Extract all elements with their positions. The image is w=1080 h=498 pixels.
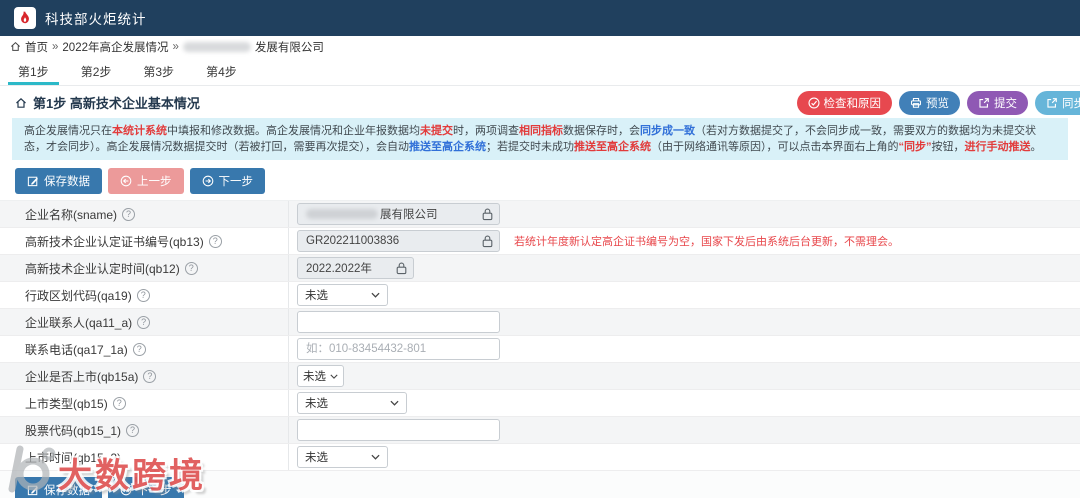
help-icon[interactable]: ? xyxy=(112,396,126,410)
chevron-down-icon xyxy=(390,400,399,406)
tab-step-2[interactable]: 第2步 xyxy=(79,57,114,85)
help-icon[interactable]: ? xyxy=(122,207,136,221)
next-step-button[interactable]: 下一步 xyxy=(189,168,265,194)
app-title: 科技部火炬统计 xyxy=(45,12,147,27)
breadcrumb-separator: » xyxy=(52,40,59,53)
external-link-icon xyxy=(1046,97,1058,109)
sync-button[interactable]: 同步 xyxy=(1035,90,1080,115)
step-tabs: 第1步 第2步 第3步 第4步 xyxy=(0,57,1080,86)
form-row-phone: 联系电话(qa17_1a) ? xyxy=(0,336,1080,363)
save-data-button[interactable]: 保存数据 xyxy=(15,168,102,194)
certify-time-field: 2022.2022年 xyxy=(297,257,414,279)
lock-icon xyxy=(482,208,493,224)
form-row-company-name: 企业名称(sname) ? 展有限公司 xyxy=(0,201,1080,228)
home-icon xyxy=(15,97,27,109)
field-label: 股票代码(qb15_1) xyxy=(25,423,122,438)
certificate-no-field: GR202211003836 xyxy=(297,230,500,252)
chevron-down-icon xyxy=(371,292,380,298)
form-row-region-code: 行政区划代码(qa19) ? 未选 xyxy=(0,282,1080,309)
field-label: 企业名称(sname) xyxy=(25,207,118,222)
field-label: 企业是否上市(qb15a) xyxy=(25,369,139,384)
field-label: 企业联系人(qa11_a) xyxy=(25,315,133,330)
form-row-listing-type: 上市类型(qb15) ? 未选 xyxy=(0,390,1080,417)
form-row-contact: 企业联系人(qa11_a) ? xyxy=(0,309,1080,336)
company-name-field: 展有限公司 xyxy=(297,203,500,225)
breadcrumb-separator: » xyxy=(172,40,179,53)
field-label: 联系电话(qa17_1a) xyxy=(25,342,128,357)
section-header: 第1步 高新技术企业基本情况 检查和原因 预览 提交 同步 xyxy=(0,86,1080,116)
help-icon[interactable]: ? xyxy=(126,423,140,437)
printer-icon xyxy=(910,97,922,109)
breadcrumb: 首页 » 2022年高企发展情况 » 发展有限公司 xyxy=(0,36,1080,57)
breadcrumb-survey[interactable]: 2022年高企发展情况 xyxy=(62,39,168,55)
form-row-stock-code: 股票代码(qb15_1) ? xyxy=(0,417,1080,444)
tab-step-3[interactable]: 第3步 xyxy=(141,57,176,85)
top-toolbar: 保存数据 上一步 下一步 xyxy=(0,160,1080,200)
listing-time-select[interactable]: 未选 xyxy=(297,446,388,468)
help-icon[interactable]: ? xyxy=(132,342,146,356)
check-reason-button[interactable]: 检查和原因 xyxy=(796,90,892,115)
chevron-down-icon xyxy=(371,454,380,460)
lock-icon xyxy=(396,262,407,278)
field-label: 上市时间(qb15_2) xyxy=(25,450,122,465)
preview-button[interactable]: 预览 xyxy=(899,90,960,115)
form-row-is-listed: 企业是否上市(qb15a) ? 未选 xyxy=(0,363,1080,390)
edit-square-icon xyxy=(27,484,39,496)
arrow-left-circle-icon xyxy=(120,175,132,187)
sync-notice: 高企发展情况只在本统计系统中填报和修改数据。高企发展情况和企业年报数据均未提交时… xyxy=(12,118,1068,160)
arrow-right-circle-icon xyxy=(202,175,214,187)
region-code-select[interactable]: 未选 xyxy=(297,284,388,306)
redacted-company-name xyxy=(182,41,251,52)
breadcrumb-home[interactable]: 首页 xyxy=(25,39,48,55)
listing-type-select[interactable]: 未选 xyxy=(297,392,407,414)
header-action-buttons: 检查和原因 预览 提交 同步 xyxy=(796,90,1080,115)
prev-step-button[interactable]: 上一步 xyxy=(108,168,184,194)
field-label: 高新技术企业认定证书编号(qb13) xyxy=(25,234,204,249)
stock-code-input[interactable] xyxy=(297,419,500,441)
basic-info-form: 企业名称(sname) ? 展有限公司 高新技术企业认定证书编号(qb13) ?… xyxy=(0,200,1080,471)
contact-person-input[interactable] xyxy=(297,311,500,333)
form-row-listing-time: 上市时间(qb15_2) 未选 xyxy=(0,444,1080,471)
tab-step-1[interactable]: 第1步 xyxy=(8,57,59,85)
redacted-company-name xyxy=(306,209,378,219)
bottom-toolbar: 保存数据 下一步 xyxy=(0,471,1080,498)
page-title: 第1步 高新技术企业基本情况 xyxy=(15,93,200,112)
edit-square-icon xyxy=(27,175,39,187)
torch-logo-icon xyxy=(14,7,36,29)
help-icon[interactable]: ? xyxy=(136,288,150,302)
help-icon[interactable]: ? xyxy=(137,315,151,329)
certificate-note: 若统计年度新认定高企证书编号为空，国家下发后由系统后台更新，不需理会。 xyxy=(514,236,899,248)
app-header: 科技部火炬统计 xyxy=(0,0,1080,36)
help-icon[interactable]: ? xyxy=(184,261,198,275)
external-link-icon xyxy=(978,97,990,109)
form-row-certificate-no: 高新技术企业认定证书编号(qb13) ? GR202211003836 若统计年… xyxy=(0,228,1080,255)
phone-input[interactable] xyxy=(297,338,500,360)
page: 科技部火炬统计 首页 » 2022年高企发展情况 » 发展有限公司 第1步 第2… xyxy=(0,0,1080,498)
field-label: 高新技术企业认定时间(qb12) xyxy=(25,261,180,276)
is-listed-select[interactable]: 未选 xyxy=(297,365,344,387)
arrow-right-circle-icon xyxy=(120,484,132,496)
tab-step-4[interactable]: 第4步 xyxy=(204,57,239,85)
next-step-button-bottom[interactable]: 下一步 xyxy=(108,477,184,498)
submit-button[interactable]: 提交 xyxy=(967,90,1028,115)
field-label: 行政区划代码(qa19) xyxy=(25,288,132,303)
help-icon[interactable]: ? xyxy=(143,369,157,383)
form-row-certify-time: 高新技术企业认定时间(qb12) ? 2022.2022年 xyxy=(0,255,1080,282)
breadcrumb-company: 发展有限公司 xyxy=(254,41,324,54)
field-label: 上市类型(qb15) xyxy=(25,396,108,411)
help-icon[interactable]: ? xyxy=(208,234,222,248)
save-data-button-bottom[interactable]: 保存数据 xyxy=(15,477,102,498)
check-circle-icon xyxy=(807,96,820,109)
home-icon xyxy=(10,41,21,52)
lock-icon xyxy=(482,235,493,251)
chevron-down-icon xyxy=(330,374,338,379)
